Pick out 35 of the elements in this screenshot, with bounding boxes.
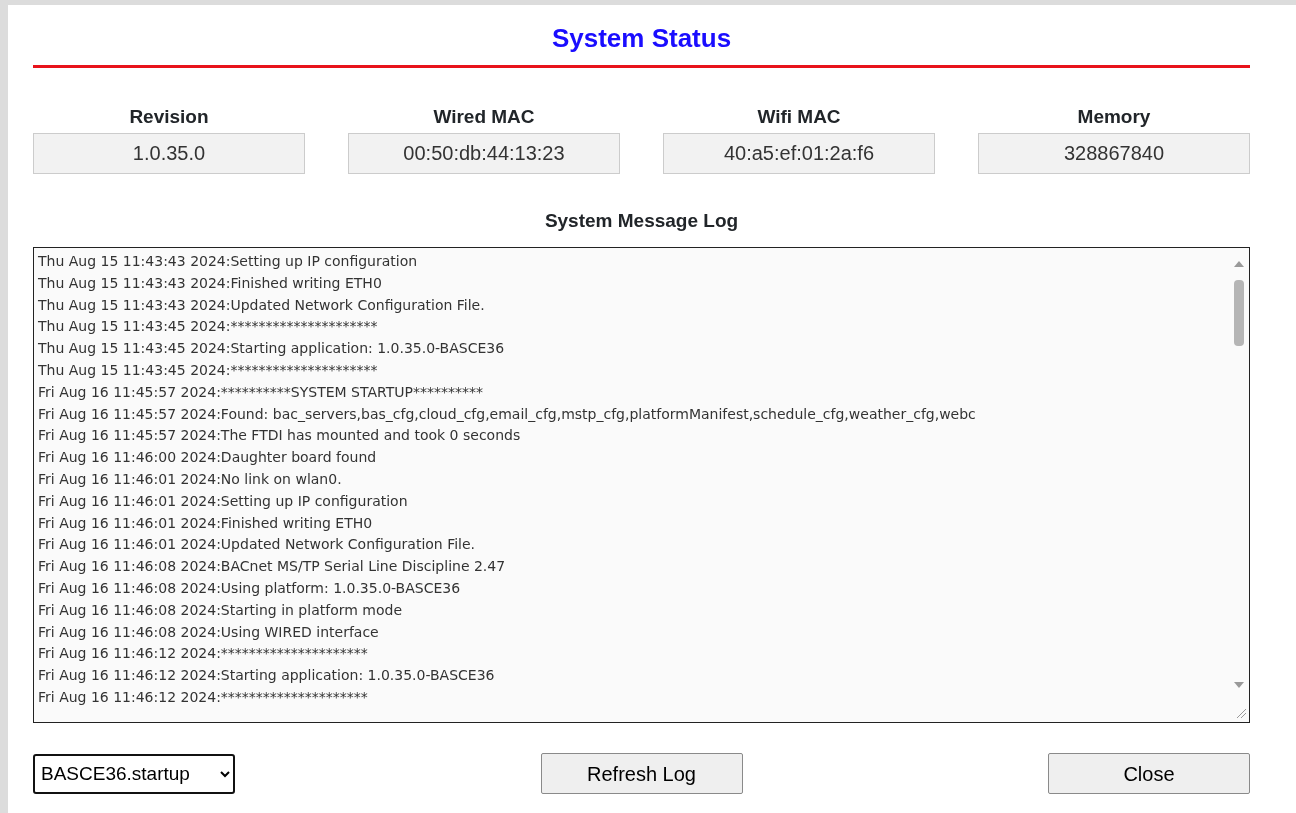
- value-field: 00:50:db:44:13:23: [348, 133, 620, 174]
- log-line: Thu Aug 15 11:43:43 2024:Updated Network Configuration File.: [38, 295, 486, 315]
- field-label: Revision: [128, 106, 210, 128]
- log-line: Fri Aug 16 11:46:12 2024:*********************: [38, 687, 369, 707]
- log-line: Fri Aug 16 11:45:57 2024:**********SYSTEM STARTUP**********: [38, 382, 484, 402]
- log-line: Thu Aug 15 11:43:45 2024:Starting application: 1.0.35.0-BASCE36: [38, 339, 506, 359]
- field-label: Wired MAC: [432, 106, 536, 128]
- log-title: System Message Log: [543, 210, 740, 232]
- log-line: Fri Aug 16 11:46:12 2024:Starting application: 1.0.35.0-BASCE36: [38, 666, 496, 686]
- log-line: Thu Aug 15 11:43:45 2024:*********************: [38, 361, 379, 380]
- value-field: 328867840: [978, 133, 1250, 174]
- log-line: Fri Aug 16 11:46:01 2024:No link on wlan0.: [38, 469, 343, 489]
- log-line: Fri Aug 16 11:46:08 2024:BACnet MS/TP Serial Line Discipline 2.47: [38, 557, 507, 577]
- log-line: Fri Aug 16 11:46:00 2024:Daughter board found: [38, 448, 378, 468]
- log-line: Fri Aug 16 11:45:57 2024:The FTDI has mounted and took 0 seconds: [38, 426, 522, 446]
- value-field: 40:a5:ef:01:2a:f6: [663, 133, 935, 174]
- field-label: Wifi MAC: [756, 106, 842, 128]
- log-textarea[interactable]: [33, 247, 1250, 723]
- log-line: Fri Aug 16 11:46:01 2024:Finished writing ETH0: [38, 513, 374, 533]
- value-field: 1.0.35.0: [33, 133, 305, 174]
- close-button[interactable]: Close: [1048, 753, 1250, 794]
- refresh-log-button[interactable]: Refresh Log: [540, 753, 743, 794]
- log-line: Thu Aug 15 11:43:43 2024:Finished writing ETH0: [38, 273, 383, 293]
- log-select[interactable]: BASCE36.startup: [33, 753, 235, 794]
- log-line: Fri Aug 16 11:46:08 2024:Starting in platform mode: [38, 600, 403, 620]
- log-line: Fri Aug 16 11:46:01 2024:Updated Network Configuration File.: [38, 535, 477, 555]
- log-line: Fri Aug 16 11:46:08 2024:Using platform: 1.0.35.0-BASCE36: [38, 578, 462, 598]
- log-line: Fri Aug 16 11:46:08 2024:Using WIRED interface: [38, 622, 380, 642]
- log-line: Thu Aug 15 11:43:43 2024:Setting up IP configuration: [38, 252, 419, 271]
- field-label: Memory: [1076, 106, 1152, 128]
- log-line: Fri Aug 16 11:46:01 2024:Setting up IP configuration: [38, 491, 409, 511]
- log-line: Fri Aug 16 11:45:57 2024:Found: bac_servers,bas_cfg,cloud_cfg,email_cfg,mstp_cfg,platformManifest,schedule_cfg,weather_cfg,webc: [38, 404, 977, 424]
- log-line: Thu Aug 15 11:43:45 2024:*********************: [38, 317, 379, 337]
- log-line: Fri Aug 16 11:46:12 2024:*********************: [38, 644, 369, 664]
- dialog-title: System Status: [550, 22, 733, 53]
